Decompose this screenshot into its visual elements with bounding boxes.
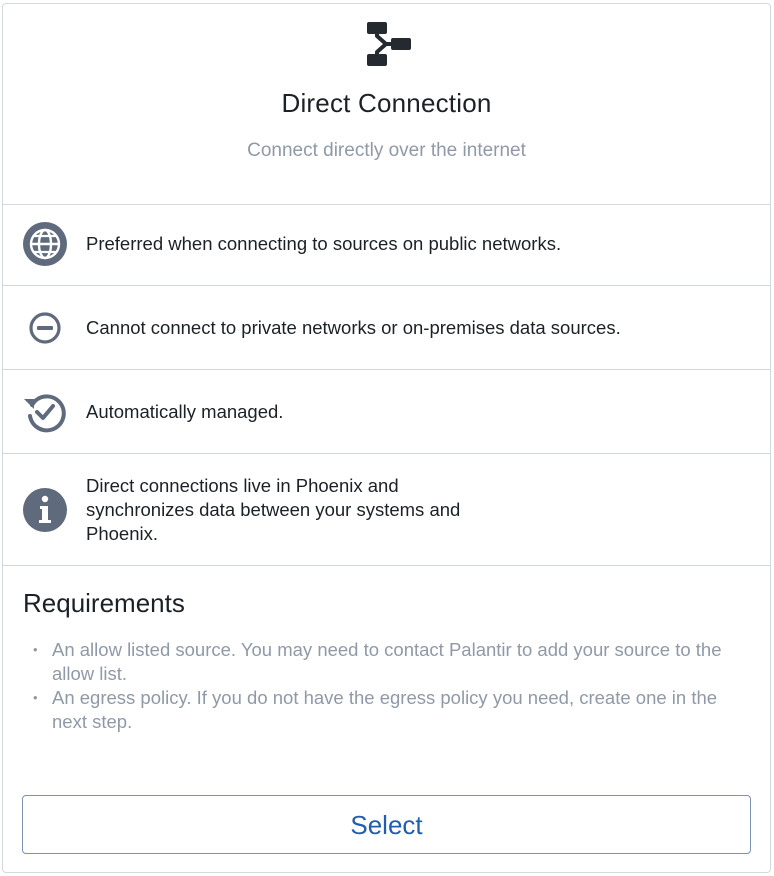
feature-text: Automatically managed. <box>86 401 284 422</box>
requirements-title: Requirements <box>23 588 185 618</box>
requirement-item: An egress policy. If you do not have the… <box>23 686 753 734</box>
card-header: Direct Connection Connect directly over … <box>3 4 770 205</box>
select-button[interactable]: Select <box>22 795 751 854</box>
globe-icon <box>23 222 67 266</box>
info-icon <box>23 488 67 532</box>
feature-text: Direct connections live in Phoenix and s… <box>86 475 461 544</box>
feature-text: Cannot connect to private networks or on… <box>86 317 621 338</box>
connection-card: Direct Connection Connect directly over … <box>2 3 771 873</box>
feature-info: Direct connections live in Phoenix and s… <box>3 454 770 566</box>
feature-managed: Automatically managed. <box>3 370 770 454</box>
requirement-item: An allow listed source. You may need to … <box>23 638 753 686</box>
requirements-list: An allow listed source. You may need to … <box>23 638 753 734</box>
minus-circle-icon <box>29 312 61 344</box>
data-connection-icon <box>367 22 411 66</box>
card-title: Direct Connection <box>281 88 492 118</box>
feature-public-networks: Preferred when connecting to sources on … <box>3 204 770 286</box>
card-subtitle: Connect directly over the internet <box>247 140 526 161</box>
history-check-icon <box>24 394 66 433</box>
feature-private-networks: Cannot connect to private networks or on… <box>3 286 770 370</box>
feature-text: Preferred when connecting to sources on … <box>86 233 562 254</box>
